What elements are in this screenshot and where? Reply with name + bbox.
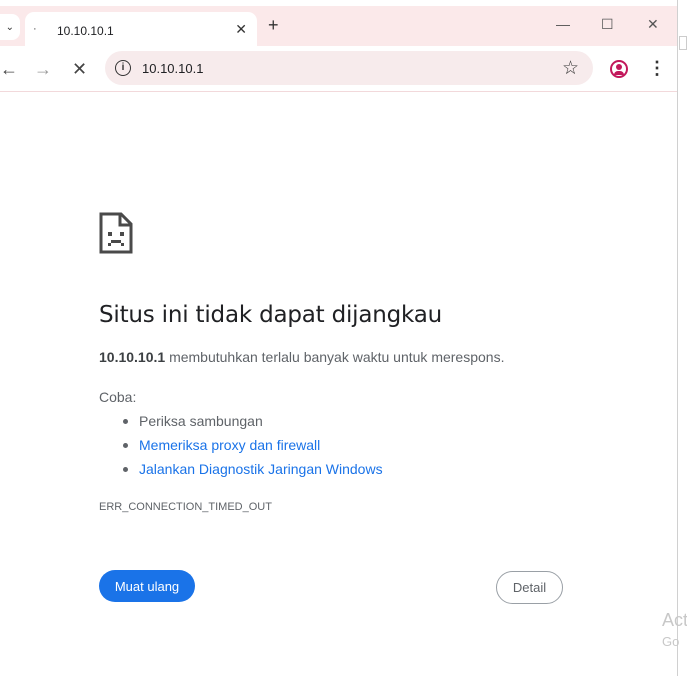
maximize-icon[interactable]: ☐	[601, 16, 614, 32]
error-message: membutuhkan terlalu banyak waktu untuk m…	[169, 349, 505, 365]
suggestion-item: Jalankan Diagnostik Jaringan Windows	[123, 461, 383, 485]
error-host: 10.10.10.1	[99, 349, 166, 365]
suggestion-network-diagnostics-link[interactable]: Jalankan Diagnostik Jaringan Windows	[139, 461, 383, 477]
error-title: Situs ini tidak dapat dijangkau	[99, 302, 443, 328]
kebab-menu-icon[interactable]: ⋮	[648, 58, 666, 78]
tab-loading-icon: ·	[33, 23, 37, 35]
back-arrow-icon[interactable]: ←	[0, 59, 18, 79]
error-code: ERR_CONNECTION_TIMED_OUT	[99, 501, 272, 513]
tab-close-icon[interactable]: ✕	[235, 21, 247, 37]
sad-page-icon	[99, 212, 133, 254]
new-tab-button[interactable]: +	[268, 16, 279, 34]
suggestion-list: Periksa sambungan Memeriksa proxy dan fi…	[123, 413, 383, 485]
reload-button[interactable]: Muat ulang	[99, 570, 195, 602]
minimize-icon[interactable]: —	[556, 16, 570, 32]
activation-watermark-line1: Act	[662, 610, 687, 630]
chevron-down-icon: ⌄	[5, 21, 14, 33]
try-label: Coba:	[99, 389, 137, 405]
browser-toolbar: ← → ✕ i 10.10.10.1 ☆ ⋮	[0, 46, 677, 92]
stop-loading-icon[interactable]: ✕	[72, 59, 87, 79]
activation-watermark-line2: Go	[662, 634, 680, 649]
details-button[interactable]: Detail	[496, 571, 563, 604]
suggestion-proxy-firewall-link[interactable]: Memeriksa proxy dan firewall	[139, 437, 320, 453]
background-window-edge	[679, 36, 687, 50]
browser-window: ⌄ · 10.10.10.1 ✕ + — ☐ ✕ ← → ✕ i 10.10.1…	[0, 0, 678, 676]
suggestion-item: Periksa sambungan	[123, 413, 383, 437]
tab-search-button[interactable]: ⌄	[0, 14, 20, 40]
suggestion-check-connection: Periksa sambungan	[139, 413, 263, 429]
tab-title: 10.10.10.1	[57, 24, 114, 38]
forward-arrow-icon[interactable]: →	[34, 59, 52, 79]
url-text[interactable]: 10.10.10.1	[142, 61, 203, 76]
error-description: 10.10.10.1 membutuhkan terlalu banyak wa…	[99, 349, 504, 365]
active-tab[interactable]: · 10.10.10.1 ✕	[25, 12, 257, 46]
tab-strip: ⌄ · 10.10.10.1 ✕ + — ☐ ✕	[0, 6, 677, 46]
address-bar[interactable]: i 10.10.10.1 ☆	[105, 51, 593, 85]
suggestion-item: Memeriksa proxy dan firewall	[123, 437, 383, 461]
info-icon[interactable]: i	[115, 60, 131, 76]
close-window-icon[interactable]: ✕	[647, 16, 659, 32]
profile-icon[interactable]	[610, 60, 628, 78]
star-icon[interactable]: ☆	[562, 57, 579, 80]
